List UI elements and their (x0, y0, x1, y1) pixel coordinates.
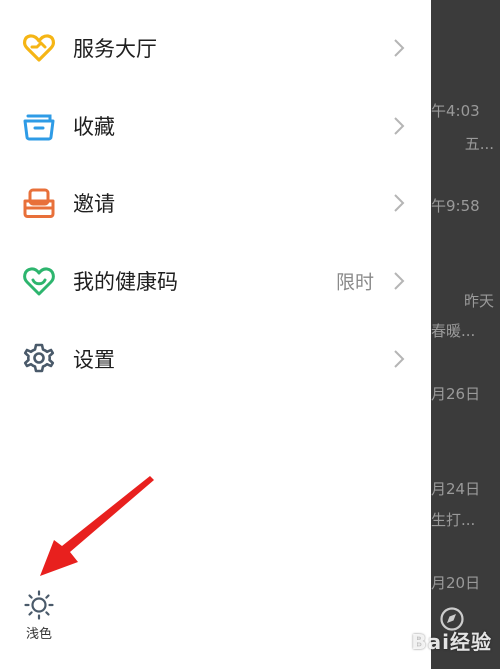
light-theme-toggle[interactable]: 浅色 (16, 590, 62, 646)
theme-toggle-label: 浅色 (25, 627, 52, 642)
menu-item-settings[interactable]: 设置 (0, 329, 431, 389)
chevron-right-icon (394, 117, 405, 135)
sun-icon (24, 590, 54, 620)
annotation-arrow (40, 476, 154, 576)
bg-timestamp: 昨天 (463, 292, 494, 310)
folder-box-icon (23, 114, 55, 141)
menu-item-invite[interactable]: 邀请 (0, 173, 431, 233)
bg-timestamp: 午9:58 (431, 197, 480, 215)
menu-item-label: 服务大厅 (73, 37, 157, 61)
chevron-right-icon (394, 194, 405, 212)
chevron-right-icon (394, 272, 405, 290)
chevron-right-icon (394, 350, 405, 368)
bg-timestamp: 月26日 (431, 385, 481, 403)
bg-snippet: 春暖... (431, 322, 476, 340)
menu-item-label: 我的健康码 (73, 270, 178, 294)
menu-item-favorites[interactable]: 收藏 (0, 96, 431, 156)
menu-item-service-hall[interactable]: 服务大厅 (0, 18, 431, 78)
menu-item-label: 设置 (73, 348, 115, 372)
background-chat-list: 午4:03 五... 午9:58 昨天 春暖... 月26日 月24日 生打..… (431, 0, 500, 669)
navigation-drawer: 服务大厅 收藏 邀请 我的健康码 限时 设置 浅色 (0, 0, 431, 669)
menu-item-label: 邀请 (73, 192, 115, 216)
inbox-icon (23, 188, 55, 218)
chevron-right-icon (394, 39, 405, 57)
bg-timestamp: 月24日 (431, 480, 481, 498)
limited-time-badge: 限时 (335, 271, 374, 294)
heart-hands-icon (23, 34, 55, 62)
bg-snippet: 五... (464, 135, 494, 153)
bg-snippet: 生打... (431, 511, 476, 529)
menu-item-label: 收藏 (73, 115, 115, 139)
smile-heart-icon (23, 267, 55, 296)
baidu-jingyan-watermark: Bai经验 (411, 630, 492, 654)
menu-item-health-code[interactable]: 我的健康码 限时 (0, 251, 431, 311)
gear-icon (23, 343, 55, 373)
bg-timestamp: 月20日 (431, 574, 481, 592)
bg-timestamp: 午4:03 (431, 102, 480, 120)
